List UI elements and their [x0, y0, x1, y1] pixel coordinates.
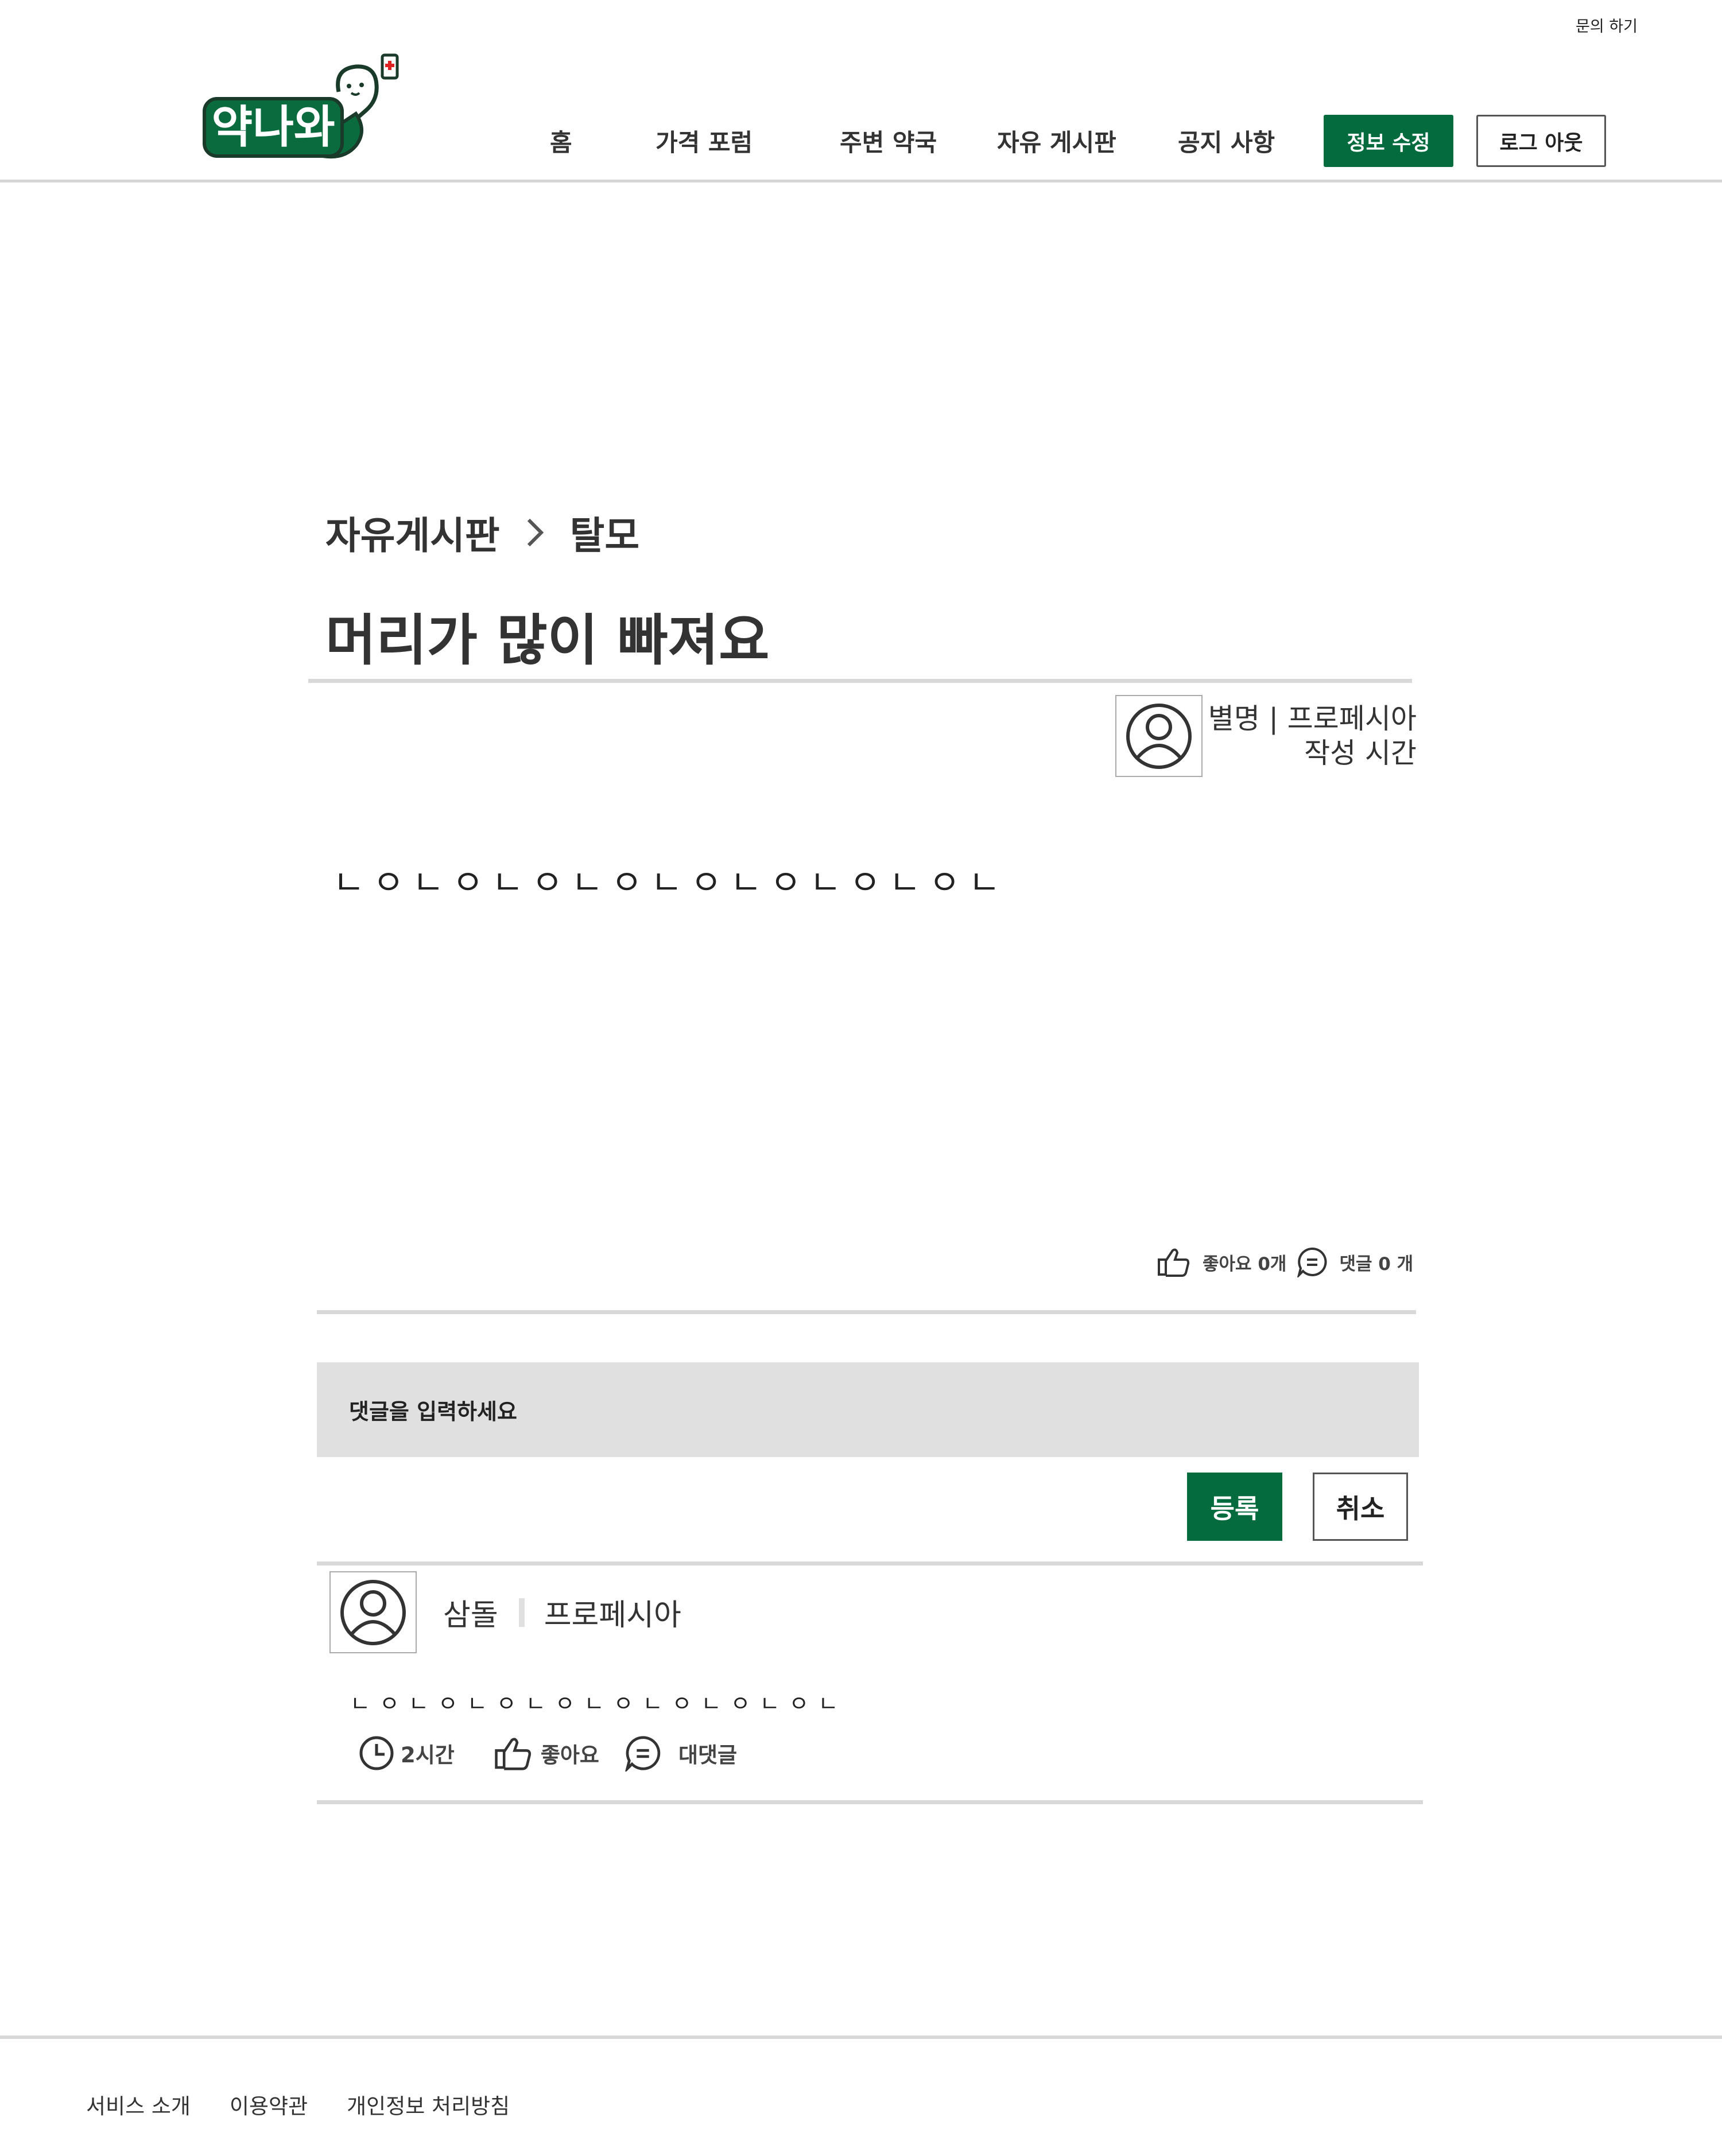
user-icon [340, 1579, 406, 1645]
thumbs-up-icon[interactable] [1157, 1247, 1190, 1277]
meta-separator [518, 1598, 525, 1627]
footer-links: 서비스 소개 이용약관 개인정보 처리방침 [86, 2089, 549, 2120]
footer-link-terms[interactable]: 이용약관 [230, 2089, 308, 2120]
title-divider [308, 679, 1412, 683]
breadcrumb-category[interactable]: 탈모 [570, 505, 639, 560]
post-time: 작성 시간 [1304, 737, 1417, 770]
chevron-right-icon [525, 516, 545, 549]
comment-divider [317, 1561, 1423, 1565]
post-body: ㄴㅇㄴㅇㄴㅇㄴㅇㄴㅇㄴㅇㄴㅇㄴㅇㄴ [333, 863, 1009, 903]
comment-avatar[interactable] [329, 1571, 417, 1653]
comment-author: 삼돌 [443, 1598, 498, 1633]
thumbs-up-icon [495, 1738, 531, 1770]
cancel-button[interactable]: 취소 [1313, 1473, 1408, 1541]
comment-icon [1297, 1246, 1328, 1277]
post-stats: 좋아요 0개 댓글 0 개 [1157, 1246, 1413, 1277]
breadcrumb: 자유게시판 탈모 [325, 505, 639, 560]
author-avatar[interactable] [1115, 695, 1203, 777]
footer-divider [0, 2035, 1722, 2039]
author-nickname: 별명 | 프로페시아 [1208, 702, 1417, 735]
post-comment-count: 댓글 0 개 [1339, 1253, 1414, 1275]
nav-notice[interactable]: 공지 사항 [1178, 123, 1275, 158]
comment-body: ㄴㅇㄴㅇㄴㅇㄴㅇㄴㅇㄴㅇㄴㅇㄴㅇㄴ [350, 1691, 848, 1716]
comment-time: 2시간 [358, 1735, 455, 1772]
comment-like-button[interactable]: 좋아요 [494, 1736, 599, 1770]
nav-price-forum[interactable]: 가격 포럼 [656, 123, 753, 158]
post-like-count: 좋아요 0개 [1203, 1253, 1287, 1275]
comment-input[interactable]: 댓글을 입력하세요 [317, 1362, 1419, 1457]
comment-like-label: 좋아요 [540, 1743, 599, 1767]
footer-link-privacy[interactable]: 개인정보 처리방침 [347, 2089, 510, 2120]
author-info: 별명 | 프로페시아 작성 시간 [1205, 702, 1417, 771]
reply-label: 대댓글 [678, 1743, 738, 1767]
contact-link[interactable]: 문의 하기 [1576, 14, 1638, 36]
edit-info-button[interactable]: 정보 수정 [1324, 115, 1453, 167]
header-divider [0, 180, 1722, 182]
breadcrumb-board[interactable]: 자유게시판 [325, 505, 500, 560]
logo-text: 약나와 [211, 102, 335, 153]
logout-button[interactable]: 로그 아웃 [1476, 115, 1606, 167]
comment-author-tag: 프로페시아 [544, 1598, 681, 1633]
comment-time-label: 2시간 [401, 1743, 455, 1767]
post-divider [317, 1310, 1416, 1314]
submit-comment-button[interactable]: 등록 [1187, 1473, 1282, 1541]
logo[interactable]: 약나와 [201, 50, 408, 165]
comment-icon [625, 1736, 661, 1772]
comment-meta: 삼돌 프로페시아 [443, 1591, 681, 1634]
logo-mascot-icon: 약나와 [203, 53, 399, 159]
clock-icon [359, 1736, 394, 1770]
user-icon [1126, 703, 1192, 769]
comment-actions: 2시간 좋아요 대댓글 [358, 1735, 737, 1772]
nav-nearby-pharmacy[interactable]: 주변 약국 [840, 123, 937, 158]
post-title: 머리가 많이 빠져요 [325, 608, 770, 673]
nav-home[interactable]: 홈 [550, 123, 572, 158]
comment-divider [317, 1800, 1423, 1804]
reply-button[interactable]: 대댓글 [625, 1735, 737, 1772]
footer-link-about[interactable]: 서비스 소개 [86, 2089, 191, 2120]
nav-free-board[interactable]: 자유 게시판 [997, 123, 1116, 158]
